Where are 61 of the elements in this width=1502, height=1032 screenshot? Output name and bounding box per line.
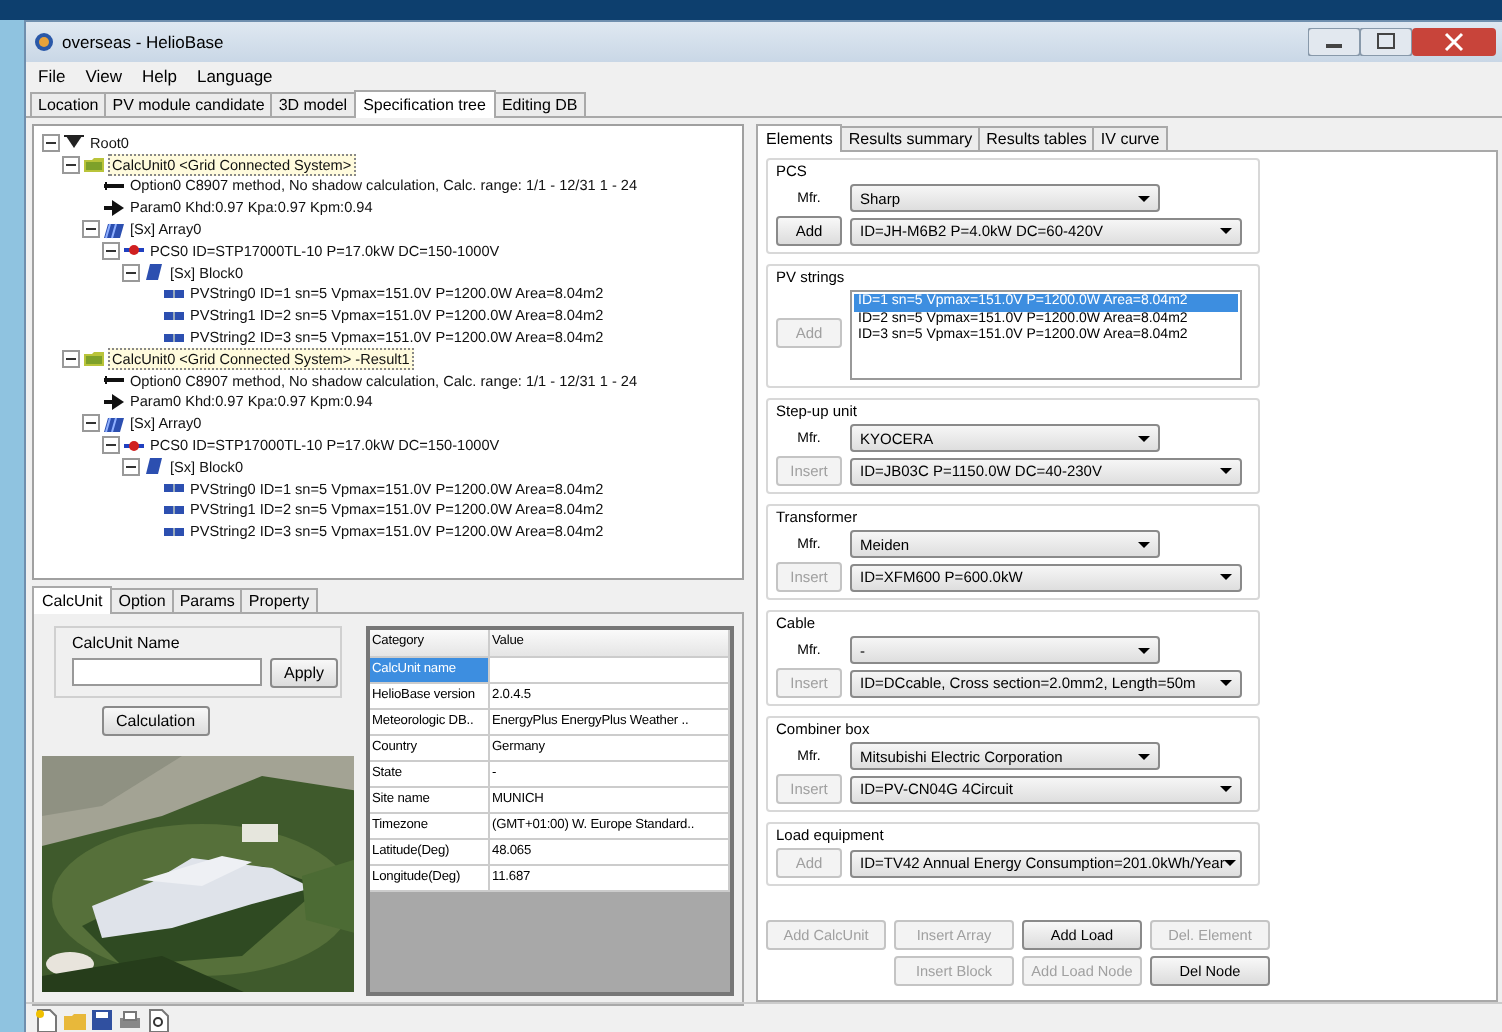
caret-icon: [1138, 647, 1150, 653]
tab[interactable]: Specification tree: [353, 90, 496, 118]
collapse-icon[interactable]: [82, 414, 100, 433]
printer-icon[interactable]: [118, 1007, 142, 1031]
collapse-icon[interactable]: [42, 133, 60, 152]
tab[interactable]: Results summary: [840, 126, 981, 150]
tab[interactable]: Property: [240, 588, 318, 612]
connector-icon: [124, 240, 144, 261]
tab[interactable]: PV module candidate: [104, 92, 273, 116]
menu-item[interactable]: Language: [196, 66, 273, 86]
tab[interactable]: 3D model: [270, 92, 356, 116]
folder-icon: [84, 348, 104, 369]
tab[interactable]: Location: [30, 92, 107, 116]
apply-button[interactable]: Apply: [270, 658, 339, 688]
caret-icon: [1138, 435, 1150, 441]
caret-icon: [1220, 468, 1232, 474]
name-field[interactable]: [72, 658, 262, 686]
collapse-icon[interactable]: [62, 155, 80, 174]
panel-icon: [144, 456, 164, 477]
menu-item[interactable]: View: [85, 66, 122, 86]
tab[interactable]: Elements: [756, 124, 843, 152]
save-icon[interactable]: [90, 1007, 114, 1031]
group-label: CalcUnit Name: [72, 634, 182, 652]
panel-icon: [104, 413, 124, 434]
minimize-button[interactable]: [1308, 28, 1360, 56]
menu-item[interactable]: File: [38, 66, 66, 86]
caret-icon: [1138, 753, 1150, 759]
panel-icon: [144, 262, 164, 283]
menu-item[interactable]: Help: [141, 66, 177, 86]
caret-icon: [1220, 786, 1232, 792]
caret-icon: [1138, 195, 1150, 201]
caret-icon: [1138, 541, 1150, 547]
tab[interactable]: Results tables: [978, 126, 1095, 150]
calculation-button[interactable]: Calculation: [102, 706, 210, 736]
caret-icon: [1220, 228, 1232, 234]
panel-icon: [104, 219, 124, 240]
caret-icon: [1220, 680, 1232, 686]
connector-icon: [124, 435, 144, 456]
collapse-icon[interactable]: [102, 436, 120, 455]
collapse-icon[interactable]: [82, 220, 100, 239]
collapse-icon[interactable]: [62, 349, 80, 368]
collapse-icon[interactable]: [122, 457, 140, 476]
new-file-icon[interactable]: [34, 1007, 58, 1031]
caret-icon: [1224, 860, 1237, 866]
tab[interactable]: Params: [171, 588, 243, 612]
tab[interactable]: CalcUnit: [32, 586, 113, 614]
folder-icon: [84, 154, 104, 175]
collapse-icon[interactable]: [102, 241, 120, 260]
tab[interactable]: Editing DB: [493, 92, 586, 116]
window-title: overseas - HelioBase: [62, 32, 224, 52]
close-button[interactable]: [1412, 28, 1496, 56]
maximize-button[interactable]: [1360, 28, 1412, 56]
tab[interactable]: IV curve: [1092, 126, 1168, 150]
collapse-icon[interactable]: [122, 263, 140, 282]
preview-icon[interactable]: [146, 1007, 170, 1031]
arrow-icon: [104, 197, 124, 218]
tab[interactable]: Option: [110, 588, 174, 612]
app-icon: [34, 32, 54, 52]
triangle-icon: [64, 132, 84, 153]
caret-icon: [1220, 574, 1232, 580]
arrow-icon: [104, 391, 124, 412]
